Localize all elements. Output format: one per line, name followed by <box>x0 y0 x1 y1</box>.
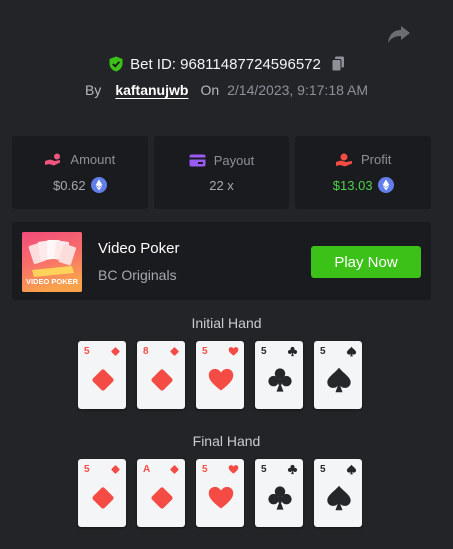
eth-coin-icon <box>90 177 107 193</box>
final-card: 5 <box>314 459 362 527</box>
verified-shield-icon <box>109 56 123 72</box>
diamond-icon <box>151 487 173 509</box>
stat-payout: Payout 22 x <box>153 136 290 209</box>
heart-icon <box>208 368 234 391</box>
spade-icon <box>327 367 351 393</box>
profit-label: Profit <box>361 152 392 167</box>
game-title[interactable]: Video Poker <box>98 240 179 257</box>
bet-datetime: 2/14/2023, 9:17:18 AM <box>227 82 369 98</box>
diamond-icon <box>92 369 114 391</box>
payout-card-icon <box>189 154 206 166</box>
payout-label: Payout <box>213 152 255 168</box>
card-rank: 5 <box>320 346 326 357</box>
card-rank: A <box>143 464 151 475</box>
card-rank: 8 <box>143 346 149 357</box>
initial-card: 5 <box>78 341 126 409</box>
username-link[interactable]: kaftanujwb <box>115 82 188 98</box>
card-rank: 5 <box>261 346 267 357</box>
diamond-icon <box>111 465 120 474</box>
spade-icon <box>346 464 357 475</box>
amount-hand-coins-icon <box>45 153 61 165</box>
video-poker-thumbnail[interactable]: VIDEO POKER <box>22 232 82 292</box>
initial-card: 5 <box>314 341 362 409</box>
diamond-icon <box>111 347 120 356</box>
heart-icon <box>228 465 239 474</box>
initial-card: 5 <box>196 341 244 409</box>
club-icon <box>287 346 298 357</box>
spade-icon <box>327 485 351 511</box>
initial-hand-title: Initial Hand <box>191 315 262 331</box>
stat-amount: Amount $0.62 <box>12 136 148 209</box>
diamond-icon <box>170 347 179 356</box>
initial-card: 8 <box>137 341 185 409</box>
final-hand-title: Final Hand <box>192 433 261 449</box>
thumbnail-label: VIDEO POKER <box>26 277 79 286</box>
share-icon[interactable] <box>387 24 411 44</box>
amount-value: $0.62 <box>53 177 86 193</box>
bet-meta-row: By kaftanujwb On 2/14/2023, 9:17:18 AM <box>0 81 453 99</box>
by-label: By <box>84 82 102 98</box>
play-now-button[interactable]: Play Now <box>311 246 421 278</box>
initial-hand: 5 8 5 5 5 <box>78 341 362 409</box>
club-icon <box>268 368 292 392</box>
copy-icon[interactable] <box>331 56 345 72</box>
stat-profit: Profit $13.03 <box>295 136 432 209</box>
profit-value: $13.03 <box>332 177 373 193</box>
profit-hand-coin-icon <box>336 153 352 166</box>
initial-card: 5 <box>255 341 303 409</box>
club-icon <box>287 464 298 475</box>
payout-value: 22 x <box>209 177 234 193</box>
card-rank: 5 <box>320 464 326 475</box>
final-card: A <box>137 459 185 527</box>
card-rank: 5 <box>202 464 208 475</box>
diamond-icon <box>170 465 179 474</box>
game-provider: BC Originals <box>98 267 177 283</box>
diamond-icon <box>151 369 173 391</box>
heart-icon <box>228 347 239 356</box>
club-icon <box>268 486 292 510</box>
card-rank: 5 <box>261 464 267 475</box>
final-card: 5 <box>196 459 244 527</box>
heart-icon <box>208 486 234 509</box>
diamond-icon <box>92 487 114 509</box>
amount-label: Amount <box>70 152 116 167</box>
bet-id-row: Bet ID: 96811487724596572 <box>0 53 453 75</box>
final-card: 5 <box>255 459 303 527</box>
bet-id-text: Bet ID: 96811487724596572 <box>130 55 321 73</box>
spade-icon <box>346 346 357 357</box>
stats-panel: Amount $0.62 Payout 22 x Profit $13.03 <box>12 136 432 209</box>
final-card: 5 <box>78 459 126 527</box>
card-rank: 5 <box>84 464 90 475</box>
on-label: On <box>200 82 220 98</box>
card-rank: 5 <box>202 346 208 357</box>
card-rank: 5 <box>84 346 90 357</box>
game-panel: VIDEO POKER Video Poker BC Originals Pla… <box>12 222 431 300</box>
final-hand: 5 A 5 5 5 <box>78 459 362 527</box>
eth-coin-icon <box>377 177 394 193</box>
